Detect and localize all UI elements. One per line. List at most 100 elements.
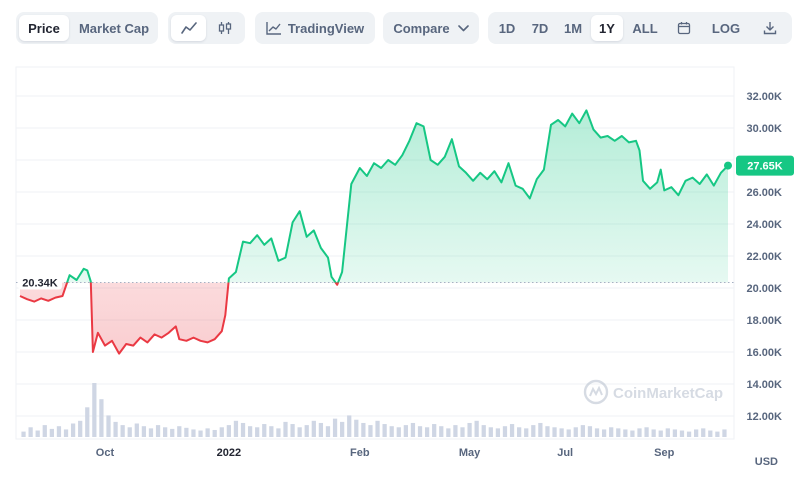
baseline-value: 20.34K	[22, 278, 58, 290]
current-price-value: 27.65K	[747, 161, 783, 173]
volume-bar	[375, 420, 380, 437]
volume-bar	[120, 425, 125, 437]
volume-bar	[219, 427, 224, 437]
volume-bar	[481, 425, 486, 437]
volume-bar	[354, 419, 359, 437]
volume-bar	[184, 427, 189, 437]
volume-bar	[531, 425, 536, 437]
volume-bar	[701, 428, 706, 437]
volume-bar	[290, 424, 295, 437]
volume-bar	[255, 427, 260, 437]
volume-bar	[297, 427, 302, 437]
price-chart: CoinMarketCap 20.34K 12.00K14.00K16.00K1…	[15, 66, 794, 468]
volume-bar	[276, 428, 281, 437]
volume-bar	[424, 427, 430, 437]
volume-bar	[269, 426, 274, 437]
volume-bar	[28, 427, 33, 437]
volume-bar	[70, 423, 76, 437]
volume-bar	[240, 422, 246, 437]
volume-bar	[439, 426, 444, 437]
volume-bar	[538, 422, 543, 437]
volume-bar	[368, 425, 373, 437]
volume-bar	[417, 426, 423, 437]
volume-bar	[113, 421, 118, 437]
volume-bar	[42, 425, 47, 437]
volume-bar	[148, 428, 154, 437]
volume-bar	[92, 383, 97, 437]
x-tick-label: May	[459, 447, 481, 459]
volume-bar	[49, 428, 54, 437]
volume-bar	[141, 426, 147, 437]
volume-bar	[56, 426, 62, 437]
volume-bar	[318, 422, 324, 437]
volume-bar	[389, 426, 394, 437]
volume-bar	[304, 425, 309, 437]
volume-bar	[262, 424, 267, 437]
volume-bar	[552, 427, 557, 437]
volume-bar	[21, 431, 26, 437]
volume-bar	[637, 428, 642, 437]
volume-bar	[198, 430, 203, 437]
volume-bar	[403, 425, 408, 437]
x-tick-label: Oct	[96, 447, 115, 459]
volume-bar	[212, 429, 217, 437]
volume-bar	[233, 420, 239, 437]
volume-bar	[191, 429, 196, 437]
volume-bar	[170, 428, 175, 437]
volume-bar	[587, 426, 593, 437]
volume-bar	[311, 420, 316, 437]
y-tick-label: 20.00K	[747, 283, 783, 295]
volume-bar	[495, 428, 501, 437]
y-tick-label: 30.00K	[747, 123, 783, 135]
volume-bar	[155, 425, 161, 437]
volume-bar	[524, 428, 529, 437]
volume-bar	[163, 427, 168, 437]
volume-bar	[127, 427, 132, 437]
volume-bar	[651, 429, 656, 437]
volume-bar	[453, 425, 458, 437]
volume-bar	[347, 415, 352, 437]
volume-bar	[106, 415, 111, 437]
volume-bar	[722, 429, 727, 437]
current-price-point[interactable]	[724, 161, 732, 170]
volume-bar	[361, 422, 366, 437]
volume-bar	[672, 429, 678, 437]
volume-bar	[694, 429, 699, 437]
volume-bar	[616, 428, 621, 437]
x-tick-label: Jul	[557, 447, 573, 459]
volume-bar	[283, 421, 288, 437]
y-tick-label: 12.00K	[747, 411, 783, 423]
volume-bar	[226, 425, 231, 437]
watermark-text: CoinMarketCap	[613, 385, 723, 402]
volume-bar	[502, 426, 508, 437]
volume-bar	[460, 427, 465, 437]
volume-bar	[134, 423, 139, 437]
volume-bar	[99, 399, 104, 437]
volume-bar	[644, 427, 649, 437]
volume-bar	[545, 426, 550, 437]
volume-bar	[325, 426, 331, 437]
volume-bar	[446, 428, 451, 437]
x-tick-label: Feb	[350, 447, 370, 459]
volume-bar	[566, 429, 571, 437]
volume-bar	[708, 430, 713, 437]
y-tick-label: 26.00K	[747, 187, 783, 199]
volume-bar	[432, 424, 437, 437]
volume-bar	[623, 429, 628, 437]
volume-bar	[559, 428, 564, 437]
volume-bar	[467, 422, 472, 437]
volume-bar	[78, 420, 83, 437]
volume-bar	[630, 430, 635, 437]
y-axis: 12.00K 14.00K 16.00K 18.00K 20.00K 22.00K 24.0…	[747, 91, 783, 423]
volume-bar	[601, 429, 607, 437]
volume-bar	[340, 421, 345, 437]
volume-bar	[715, 431, 720, 437]
volume-bar	[396, 427, 401, 437]
volume-bar	[609, 427, 614, 437]
x-tick-label: Sep	[654, 447, 674, 459]
y-tick-label: 14.00K	[747, 379, 783, 391]
y-tick-label: 18.00K	[747, 315, 783, 327]
volume-bar	[658, 430, 663, 437]
volume-bar	[488, 427, 493, 437]
volume-bar	[35, 430, 40, 437]
